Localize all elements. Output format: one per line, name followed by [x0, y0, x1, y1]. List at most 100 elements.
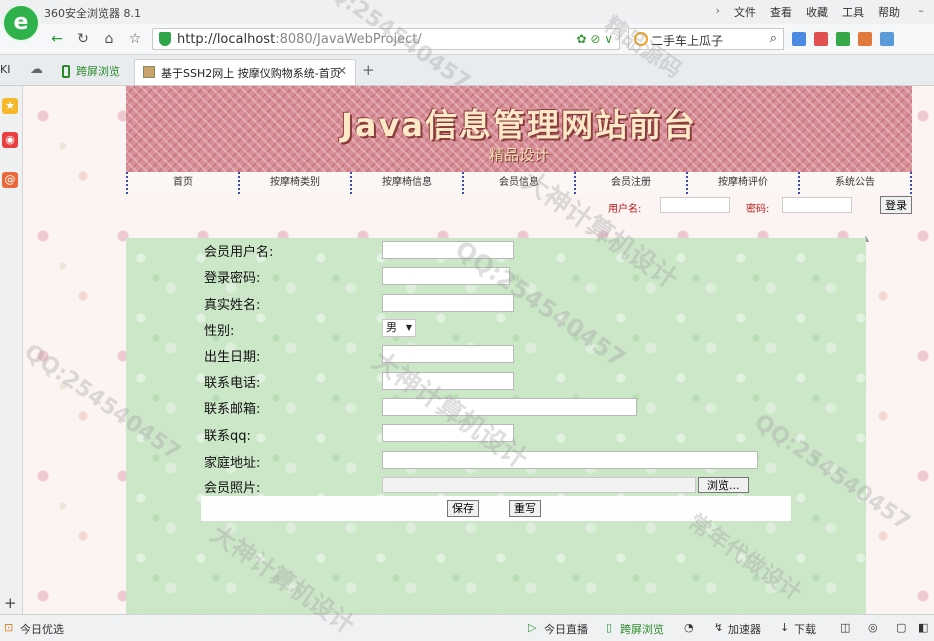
banner-subtitle: 精品设计	[488, 146, 549, 164]
address-field-label: 家庭地址:	[204, 456, 261, 471]
browser-logo-icon[interactable]: e	[2, 4, 40, 42]
security-shield-icon	[159, 32, 171, 46]
address-toolbar: ← ↻ ⌂ ☆ http://localhost:8080/JavaWebPro…	[0, 24, 934, 55]
refresh-icon[interactable]: ↻	[74, 30, 92, 48]
browser-sidebar: ★ ◉ @ +	[0, 86, 23, 614]
back-arrow-icon[interactable]: ←	[48, 30, 66, 48]
gender-value: 男	[386, 321, 397, 334]
menu-help[interactable]: 帮助	[878, 4, 900, 20]
accelerator-label[interactable]: 加速器	[728, 621, 761, 637]
page-favicon-icon	[143, 66, 155, 78]
tab-current-page-label: 基于SSH2网上 按摩仪购物系统-首页	[161, 67, 341, 80]
url-action-icons[interactable]: ✿ ⊘ ∨	[576, 32, 613, 46]
login-bar: 用户名: 密码: 登录	[126, 194, 912, 216]
mute-icon[interactable]: ◎	[868, 621, 878, 634]
settings-icon[interactable]: ◧	[918, 621, 928, 634]
at-mail-icon[interactable]: @	[2, 172, 18, 188]
login-username-input[interactable]	[660, 197, 730, 213]
apps-icon[interactable]	[792, 32, 806, 46]
nav-member-info[interactable]: 会员信息	[462, 172, 574, 194]
browser-app-title: 360安全浏览器 8.1	[44, 7, 141, 20]
menu-favorites[interactable]: 收藏	[806, 4, 828, 20]
site-banner: Java信息管理网站前台 精品设计	[126, 86, 912, 172]
tab-bar-left-label: KI	[0, 63, 11, 76]
search-text[interactable]: 二手车上瓜子	[651, 32, 723, 49]
accelerator-icon[interactable]: ↯	[714, 621, 723, 634]
cloud-icon[interactable]: ☁	[30, 62, 43, 77]
login-password-input[interactable]	[782, 197, 852, 213]
browser-status-bar: ⊡ 今日优选 ▷ 今日直播 ▯ 跨屏浏览 ◔ ↯ 加速器 ↓ 下载 ◫ ◎ ▢ …	[0, 614, 934, 641]
star-icon[interactable]: ★	[2, 98, 18, 114]
tab-current-page[interactable]: 基于SSH2网上 按摩仪购物系统-首页 ✕	[134, 59, 356, 85]
weibo-icon[interactable]: ◉	[2, 132, 18, 148]
close-icon[interactable]: ✕	[337, 64, 347, 78]
chevron-right-icon[interactable]: ›	[716, 4, 720, 20]
phone-icon	[62, 65, 70, 78]
password-field-label: 登录密码:	[204, 271, 261, 286]
menu-tools[interactable]: 工具	[842, 4, 864, 20]
translate-icon[interactable]	[858, 32, 872, 46]
nav-chair-info[interactable]: 按摩椅信息	[350, 172, 462, 194]
address-input[interactable]	[382, 451, 758, 469]
mail-icon[interactable]	[814, 32, 828, 46]
favorite-star-icon[interactable]: ☆	[126, 30, 144, 48]
tab-bar: KI ☁ 跨屏浏览 基于SSH2网上 按摩仪购物系统-首页 ✕ +	[0, 55, 934, 86]
email-input[interactable]	[382, 398, 637, 416]
new-tab-plus-icon[interactable]: +	[362, 61, 375, 79]
nav-member-register[interactable]: 会员注册	[574, 172, 686, 194]
realname-field-label: 真实姓名:	[204, 298, 261, 313]
phone-field-label: 联系电话:	[204, 376, 261, 391]
menu-view[interactable]: 查看	[770, 4, 792, 20]
chevron-down-icon: ▼	[405, 323, 412, 332]
browse-button[interactable]: 浏览...	[698, 477, 749, 493]
member-username-input[interactable]	[382, 241, 514, 259]
menu-file[interactable]: 文件	[734, 4, 756, 20]
clean-icon[interactable]: ◫	[840, 621, 850, 634]
nav-chair-category[interactable]: 按摩椅类别	[238, 172, 350, 194]
qq-input[interactable]	[382, 424, 514, 442]
home-icon[interactable]: ⌂	[100, 30, 118, 48]
username-label: 用户名:	[608, 204, 642, 215]
username-field-label: 会员用户名:	[204, 245, 274, 260]
extension-icons	[792, 32, 894, 46]
url-input[interactable]: http://localhost:8080/JavaWebProject/ ✿ …	[152, 28, 620, 50]
member-password-input[interactable]	[382, 267, 510, 285]
live-label[interactable]: 今日直播	[544, 621, 588, 637]
today-picks-icon[interactable]: ⊡	[4, 621, 13, 634]
gender-select[interactable]: 男 ▼	[382, 319, 416, 337]
speed-icon[interactable]: ◔	[684, 621, 694, 634]
nav-chair-review[interactable]: 按摩椅评价	[686, 172, 798, 194]
nav-home[interactable]: 首页	[126, 172, 238, 194]
download-icon[interactable]: ↓	[780, 621, 789, 634]
window-icon[interactable]: ▢	[896, 621, 906, 634]
menu-grid-icon[interactable]	[880, 32, 894, 46]
site-nav: 首页 按摩椅类别 按摩椅信息 会员信息 会员注册 按摩椅评价 系统公告	[126, 172, 912, 194]
save-button[interactable]: 保存	[447, 500, 479, 517]
password-label: 密码:	[746, 204, 770, 215]
play-icon[interactable]: ▷	[528, 621, 536, 634]
cross-screen-label[interactable]: 跨屏浏览	[620, 621, 664, 637]
web-page: Java信息管理网站前台 精品设计 首页 按摩椅类别 按摩椅信息 会员信息 会员…	[23, 86, 934, 614]
download-label[interactable]: 下载	[794, 621, 816, 637]
banner-title: Java信息管理网站前台	[341, 106, 697, 144]
tab-cross-screen[interactable]: 跨屏浏览	[56, 60, 126, 84]
register-form: 会员用户名: 登录密码: 真实姓名: 性别: 男 ▼ 出生日期: 联系电话: 联系…	[126, 238, 866, 614]
gender-field-label: 性别:	[204, 324, 235, 339]
url-host: http://localhost	[177, 32, 276, 47]
sidebar-add-icon[interactable]: +	[4, 594, 17, 612]
nav-announcement[interactable]: 系统公告	[798, 172, 912, 194]
url-text[interactable]: http://localhost:8080/JavaWebProject/	[177, 32, 422, 47]
today-picks-label[interactable]: 今日优选	[20, 621, 64, 637]
minimize-icon[interactable]: –	[914, 4, 928, 17]
reset-button[interactable]: 重写	[509, 500, 541, 517]
search-icon[interactable]: ⌕	[770, 31, 777, 46]
cross-screen-icon[interactable]: ▯	[606, 621, 612, 634]
url-path: :8080/JavaWebProject/	[275, 32, 422, 47]
birthdate-input[interactable]	[382, 345, 514, 363]
photo-file-input[interactable]	[382, 477, 696, 493]
real-name-input[interactable]	[382, 294, 514, 312]
guard-icon[interactable]	[836, 32, 850, 46]
search-input[interactable]: 二手车上瓜子 ⌕	[628, 28, 784, 50]
login-button[interactable]: 登录	[880, 196, 912, 214]
phone-input[interactable]	[382, 372, 514, 390]
